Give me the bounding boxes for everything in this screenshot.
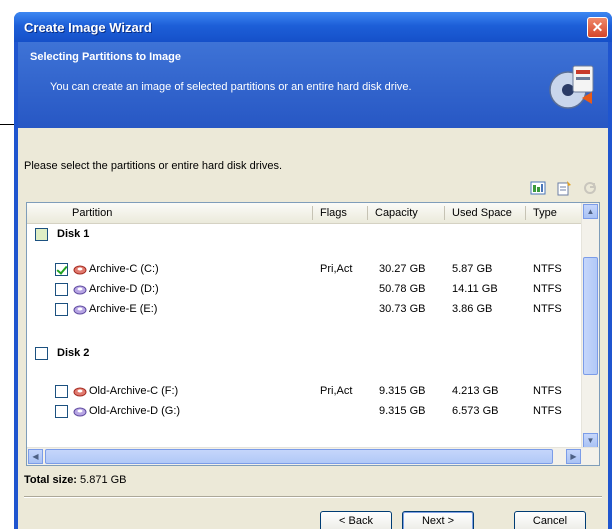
wizard-header: Selecting Partitions to Image You can cr… (18, 42, 608, 128)
cancel-button[interactable]: Cancel (514, 511, 586, 529)
total-size: Total size: 5.871 GB (24, 474, 127, 486)
title-bar[interactable]: Create Image Wizard ✕ (14, 12, 612, 42)
partition-used-space: 6.573 GB (452, 405, 499, 417)
logical-partition-icon (73, 407, 87, 417)
step-subtitle: You can create an image of selected part… (50, 81, 412, 93)
partition-name: Archive-C (C:) (89, 263, 159, 275)
partition-used-space: 4.213 GB (452, 385, 499, 397)
partition-row[interactable]: Old-Archive-D (G:) 9.315 GB 6.573 GB NTF… (27, 402, 584, 422)
partition-capacity: 30.27 GB (379, 263, 426, 275)
partition-type: NTFS (533, 405, 562, 417)
button-separator (24, 496, 602, 498)
partition-type: NTFS (533, 263, 562, 275)
partition-checkbox[interactable] (55, 303, 68, 316)
grid-header: Partition Flags Capacity Used Space Type (27, 203, 584, 224)
vertical-scrollbar[interactable]: ▲ ▼ (581, 203, 599, 449)
close-icon: ✕ (591, 19, 604, 35)
step-title: Selecting Partitions to Image (30, 51, 181, 63)
partition-row[interactable]: Archive-D (D:) 50.78 GB 14.11 GB NTFS (27, 280, 584, 300)
vertical-scroll-thumb[interactable] (583, 257, 598, 375)
partition-capacity: 9.315 GB (379, 385, 426, 397)
partition-capacity: 50.78 GB (379, 283, 426, 295)
partition-name: Old-Archive-C (F:) (89, 385, 179, 397)
partition-checkbox[interactable] (55, 263, 68, 276)
scroll-up-icon[interactable]: ▲ (583, 204, 598, 219)
scroll-left-icon[interactable]: ◀ (28, 449, 43, 464)
properties-icon[interactable] (556, 180, 572, 196)
partition-flags: Pri,Act (320, 385, 353, 397)
partition-name: Old-Archive-D (G:) (89, 405, 181, 417)
next-button[interactable]: Next > (402, 511, 474, 529)
disk-row[interactable]: Disk 2 (27, 343, 584, 363)
wizard-window: Create Image Wizard ✕ Selecting Partitio… (14, 12, 612, 529)
disk-label: Disk 1 (57, 228, 90, 240)
partition-type: NTFS (533, 385, 562, 397)
disk-label: Disk 2 (57, 347, 90, 359)
partition-grid: Partition Flags Capacity Used Space Type… (26, 202, 600, 466)
logical-partition-icon (73, 305, 87, 315)
partition-capacity: 30.73 GB (379, 303, 426, 315)
primary-partition-icon (73, 265, 87, 275)
scroll-right-icon[interactable]: ▶ (566, 449, 581, 464)
partition-type: NTFS (533, 303, 562, 315)
instruction-text: Please select the partitions or entire h… (24, 160, 283, 172)
logical-partition-icon (73, 285, 87, 295)
wizard-body: Selecting Partitions to Image You can cr… (18, 42, 608, 529)
refresh-icon[interactable] (582, 180, 598, 196)
partition-used-space: 5.87 GB (452, 263, 493, 275)
partition-row[interactable]: Archive-E (E:) 30.73 GB 3.86 GB NTFS (27, 300, 584, 320)
horizontal-scrollbar[interactable]: ◀ ▶ (27, 447, 599, 465)
column-header-flags[interactable]: Flags (320, 207, 347, 219)
disk-2-checkbox[interactable] (35, 347, 48, 360)
column-header-partition[interactable]: Partition (72, 207, 112, 219)
grid-toolbar (523, 180, 598, 196)
scroll-down-icon[interactable]: ▼ (583, 433, 598, 448)
disk-image-wizard-icon (549, 65, 594, 109)
window-title: Create Image Wizard (24, 20, 152, 35)
partition-type: NTFS (533, 283, 562, 295)
primary-partition-icon (73, 387, 87, 397)
column-header-used-space[interactable]: Used Space (452, 207, 512, 219)
partition-flags: Pri,Act (320, 263, 353, 275)
partition-used-space: 14.11 GB (452, 283, 498, 295)
partition-checkbox[interactable] (55, 283, 68, 296)
disk-1-checkbox[interactable] (35, 228, 48, 241)
partition-checkbox[interactable] (55, 405, 68, 418)
partition-capacity: 9.315 GB (379, 405, 426, 417)
close-button[interactable]: ✕ (587, 17, 608, 38)
partition-name: Archive-D (D:) (89, 283, 159, 295)
back-button[interactable]: < Back (320, 511, 392, 529)
horizontal-scroll-thumb[interactable] (45, 449, 553, 464)
partition-used-space: 3.86 GB (452, 303, 493, 315)
screen-edge-line (0, 124, 14, 125)
disk-row[interactable]: Disk 1 (27, 224, 584, 244)
column-header-capacity[interactable]: Capacity (375, 207, 418, 219)
partition-name: Archive-E (E:) (89, 303, 158, 315)
total-size-value: 5.871 GB (80, 474, 127, 486)
total-size-label: Total size: (24, 474, 77, 486)
details-view-icon[interactable] (530, 180, 546, 196)
column-header-type[interactable]: Type (533, 207, 557, 219)
partition-row[interactable]: Old-Archive-C (F:) Pri,Act 9.315 GB 4.21… (27, 382, 584, 402)
partition-row[interactable]: Archive-C (C:) Pri,Act 30.27 GB 5.87 GB … (27, 260, 584, 280)
partition-checkbox[interactable] (55, 385, 68, 398)
